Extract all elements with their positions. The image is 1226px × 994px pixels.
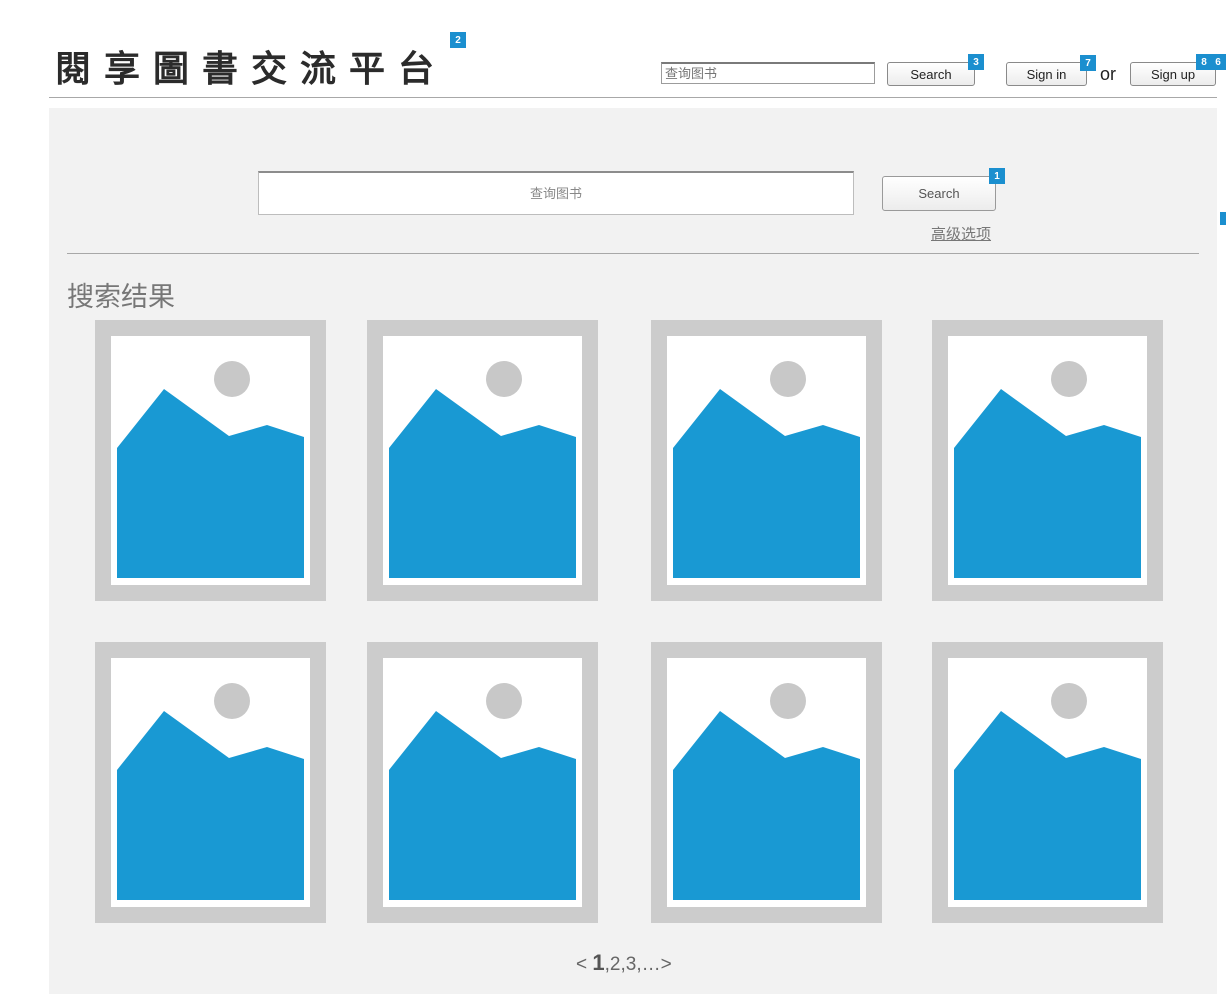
page-link-2[interactable]: ,2 — [605, 954, 621, 975]
result-thumbnail — [383, 658, 582, 907]
image-placeholder-icon — [673, 361, 860, 578]
image-placeholder-icon — [389, 683, 576, 900]
next-page-link[interactable]: > — [661, 954, 672, 975]
result-card[interactable] — [95, 320, 326, 601]
result-card[interactable] — [367, 320, 598, 601]
scroll-marker — [1220, 212, 1226, 225]
site-logo[interactable]: 閱享圖書交流平台 — [55, 44, 447, 94]
page-link-3[interactable]: ,3 — [621, 954, 637, 975]
image-placeholder-icon — [117, 683, 304, 900]
annotation-badge: 7 — [1080, 55, 1096, 71]
result-thumbnail — [383, 336, 582, 585]
results-divider — [67, 253, 1199, 254]
or-separator-text: or — [1100, 64, 1117, 84]
main-search-button[interactable]: Search — [882, 176, 996, 211]
image-placeholder-icon — [673, 683, 860, 900]
result-thumbnail — [111, 336, 310, 585]
result-thumbnail — [111, 658, 310, 907]
annotation-badge: 2 — [450, 32, 466, 48]
prev-page-link[interactable]: < — [576, 954, 587, 975]
header-search-input[interactable] — [661, 62, 875, 84]
pagination: < 1,2,3,…> — [576, 950, 672, 976]
result-card[interactable] — [651, 642, 882, 923]
result-card[interactable] — [95, 642, 326, 923]
current-page[interactable]: 1 — [592, 950, 604, 975]
image-placeholder-icon — [389, 361, 576, 578]
result-card[interactable] — [932, 320, 1163, 601]
result-card[interactable] — [651, 320, 882, 601]
page-link-more[interactable]: ,… — [636, 954, 660, 975]
annotation-badge: 3 — [968, 54, 984, 70]
sign-in-button[interactable]: Sign in — [1006, 62, 1087, 86]
advanced-options-link[interactable]: 高级选项 — [931, 223, 991, 244]
result-card[interactable] — [932, 642, 1163, 923]
result-thumbnail — [667, 336, 866, 585]
annotation-badge: 1 — [989, 168, 1005, 184]
image-placeholder-icon — [117, 361, 304, 578]
main-search-input[interactable] — [258, 171, 854, 215]
result-thumbnail — [948, 658, 1147, 907]
result-thumbnail — [667, 658, 866, 907]
image-placeholder-icon — [954, 361, 1141, 578]
results-heading: 搜索结果 — [67, 282, 175, 313]
header-divider — [49, 97, 1217, 98]
annotation-badge: 6 — [1210, 54, 1226, 70]
result-card[interactable] — [367, 642, 598, 923]
header-search-button[interactable]: Search — [887, 62, 975, 86]
result-thumbnail — [948, 336, 1147, 585]
image-placeholder-icon — [954, 683, 1141, 900]
